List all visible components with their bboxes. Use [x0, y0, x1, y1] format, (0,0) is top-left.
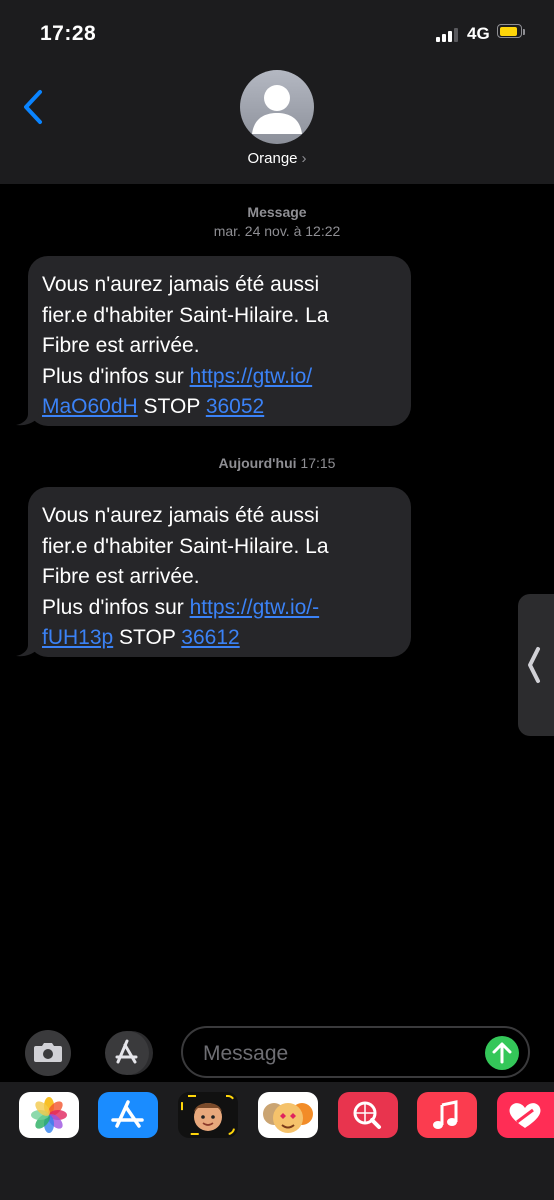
person-silhouette-icon: [252, 85, 302, 134]
message-input-container: [181, 1026, 530, 1078]
message-bubble[interactable]: Vous n'aurez jamais été aussi fier.e d'h…: [16, 256, 411, 426]
message-text: Plus d'infos sur: [42, 364, 190, 388]
message-text: Plus d'infos sur: [42, 595, 190, 619]
imessage-app-drawer: [0, 1082, 554, 1200]
message-text: STOP: [137, 395, 206, 418]
web-search-icon: [353, 1101, 381, 1129]
navigation-header: 17:28 4G Orange ›: [0, 0, 554, 184]
message-link[interactable]: MaO60dH: [42, 395, 138, 418]
message-link[interactable]: https://gtw.io/: [190, 365, 313, 388]
chevron-left-icon: [24, 90, 42, 124]
stop-number-link[interactable]: 36052: [206, 395, 264, 418]
message-timestamp: mar. 24 nov. à 12:22: [213, 223, 341, 239]
arrow-up-icon: [492, 1042, 512, 1064]
chevron-left-icon: [528, 647, 540, 683]
bubble-tail: [16, 635, 40, 657]
contact-name: Orange: [247, 150, 298, 167]
message-link[interactable]: fUH13p: [42, 626, 113, 649]
message-text-line: Fibre est arrivée.: [42, 334, 200, 357]
app-store-button[interactable]: [103, 1030, 155, 1076]
message-input[interactable]: [201, 1038, 475, 1070]
web-search-app[interactable]: [338, 1092, 398, 1138]
message-link[interactable]: https://gtw.io/-: [190, 596, 320, 619]
camera-icon: [25, 1030, 71, 1076]
service-label: Message: [247, 204, 307, 220]
animoji-icon: [263, 1103, 313, 1133]
side-panel-handle[interactable]: [518, 594, 554, 736]
back-button[interactable]: [20, 88, 50, 128]
music-app[interactable]: [417, 1092, 477, 1138]
memoji-icon: [181, 1095, 235, 1135]
photos-icon: [31, 1097, 67, 1133]
camera-button[interactable]: [24, 1030, 72, 1076]
message-bubble[interactable]: Vous n'aurez jamais été aussi fier.e d'h…: [16, 487, 411, 657]
apps-icon: [105, 1031, 153, 1075]
digital-touch-app[interactable]: [497, 1092, 554, 1138]
app-store-icon: [111, 1100, 144, 1128]
contact-name-button[interactable]: Orange ›: [200, 150, 354, 167]
memoji-app[interactable]: [178, 1092, 238, 1138]
message-text-line: Fibre est arrivée.: [42, 565, 200, 588]
message-timestamp: Aujourd'hui 17:15: [218, 455, 336, 471]
message-text-line: fier.e d'habiter Saint-Hilaire. La: [42, 534, 329, 558]
message-text-line: Vous n'aurez jamais été aussi: [42, 504, 320, 527]
network-type: 4G: [467, 24, 490, 43]
music-icon: [433, 1100, 458, 1129]
stop-number-link[interactable]: 36612: [181, 626, 239, 649]
cellular-signal-icon: [436, 26, 462, 42]
animoji-app[interactable]: [258, 1092, 318, 1138]
contact-avatar[interactable]: [240, 70, 314, 144]
message-text-line: fier.e d'habiter Saint-Hilaire. La: [42, 303, 329, 327]
message-text-line: Vous n'aurez jamais été aussi: [42, 273, 320, 296]
battery-icon: [497, 24, 527, 40]
chevron-right-icon: ›: [301, 150, 307, 167]
photos-app[interactable]: [19, 1092, 79, 1138]
app-store-app[interactable]: [98, 1092, 158, 1138]
send-button[interactable]: [485, 1036, 519, 1070]
message-text: STOP: [113, 626, 182, 649]
digital-touch-icon: [509, 1103, 541, 1128]
bubble-tail: [16, 404, 40, 426]
status-time: 17:28: [40, 22, 97, 45]
